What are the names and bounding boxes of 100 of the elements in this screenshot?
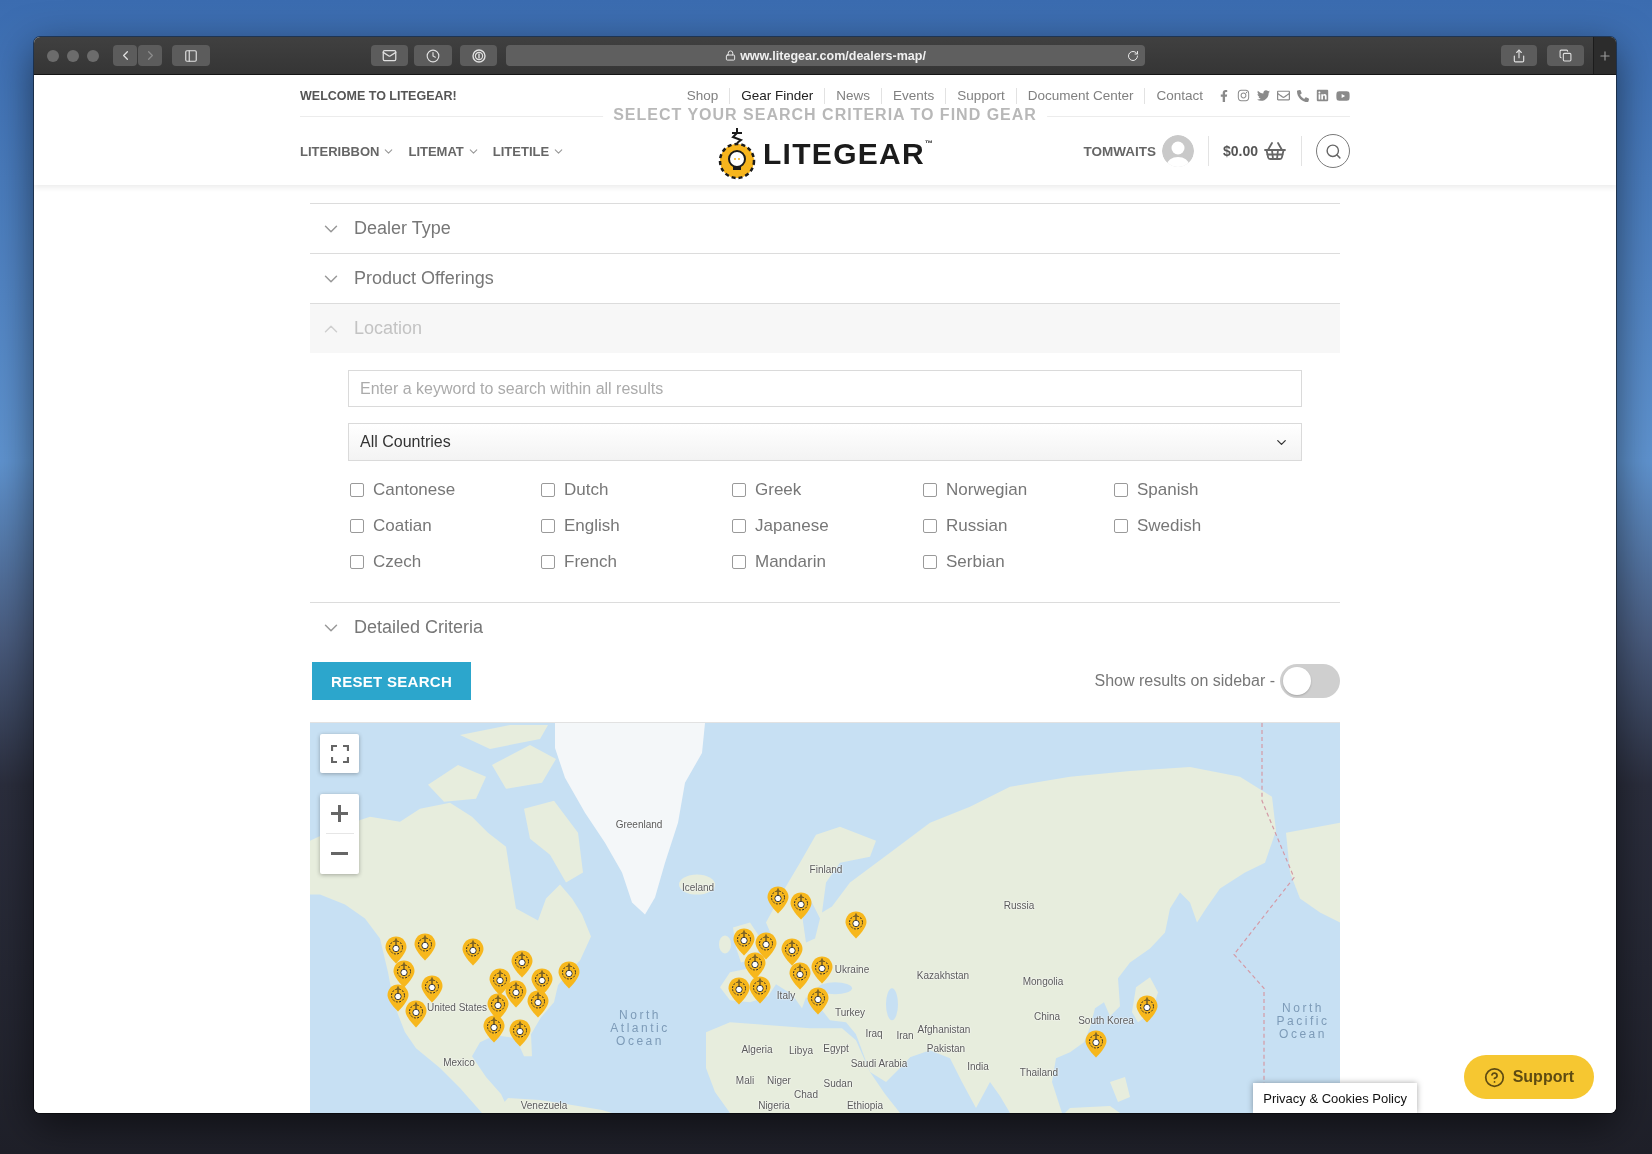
reset-search-button[interactable]: RESET SEARCH (312, 662, 472, 700)
nav-link[interactable]: Gear Finder (729, 87, 825, 104)
instagram-icon[interactable] (1237, 89, 1250, 102)
map-pin-icon[interactable] (393, 960, 415, 988)
checkbox[interactable] (732, 555, 746, 569)
account-link[interactable]: TOMWAITS (1083, 135, 1194, 167)
checkbox[interactable] (1114, 483, 1128, 497)
sea (818, 982, 852, 995)
checkbox[interactable] (732, 519, 746, 533)
toggle-switch[interactable] (1280, 664, 1340, 698)
checkbox-label[interactable]: Mandarin (755, 552, 826, 572)
facebook-icon[interactable] (1218, 89, 1230, 102)
mail-icon[interactable] (1277, 89, 1290, 102)
checkbox[interactable] (923, 555, 937, 569)
checkbox-label[interactable]: Swedish (1137, 516, 1202, 536)
youtube-icon[interactable] (1336, 88, 1350, 103)
search-field[interactable]: Enter a keyword to search within all results (348, 370, 1302, 407)
checkbox[interactable] (541, 519, 555, 533)
checkbox[interactable] (923, 483, 937, 497)
nav-link[interactable]: Contact (1144, 87, 1214, 104)
checkbox-label[interactable]: Spanish (1137, 480, 1199, 500)
checkbox-label[interactable]: French (564, 552, 617, 572)
checkbox-label[interactable]: Dutch (564, 480, 609, 500)
map-pin-icon[interactable] (483, 1015, 505, 1043)
logo[interactable]: LITEGEAR$^{™}$ (716, 128, 934, 180)
map-pin-icon[interactable] (749, 976, 771, 1004)
cart-link[interactable]: $0.00 (1222, 139, 1287, 163)
new-tab-button[interactable] (1593, 37, 1616, 74)
checkbox[interactable] (350, 519, 364, 533)
checkbox[interactable] (732, 483, 746, 497)
privacy-cookies-button[interactable]: Privacy & Cookies Policy (1253, 1083, 1417, 1113)
map-pin-icon[interactable] (1136, 995, 1158, 1023)
map-pin-icon[interactable] (558, 961, 580, 989)
map-pin-icon[interactable] (845, 911, 867, 939)
basket-icon (1263, 139, 1287, 163)
menu-item[interactable]: LITEMAT (408, 143, 480, 159)
map-pin-icon[interactable] (1085, 1030, 1107, 1058)
map-pin-icon[interactable] (421, 975, 443, 1003)
checkbox[interactable] (541, 483, 555, 497)
nav-link[interactable]: Events (881, 87, 946, 104)
map-pin-icon[interactable] (767, 886, 789, 914)
checkbox-label[interactable]: Cantonese (373, 480, 456, 500)
map-pin-icon[interactable] (744, 952, 766, 980)
checkbox-label[interactable]: Norwegian (946, 480, 1028, 500)
map-pin-icon[interactable] (527, 990, 549, 1018)
lock-icon (725, 50, 737, 61)
address-field[interactable]: www.litegear.com/dealers-map/ (506, 45, 1145, 66)
map-pin-icon[interactable] (511, 950, 533, 978)
map-pin-icon[interactable] (387, 984, 409, 1012)
checkbox[interactable] (350, 555, 364, 569)
map-pin-icon[interactable] (509, 1019, 531, 1047)
twitter-icon[interactable] (1257, 89, 1270, 102)
checkbox-label[interactable]: Japanese (755, 516, 829, 536)
search-button[interactable] (1316, 134, 1350, 168)
linkedin-icon[interactable] (1316, 89, 1329, 102)
back-button[interactable] (113, 45, 137, 66)
checkbox-label[interactable]: Coatian (373, 516, 432, 536)
history-button[interactable] (414, 45, 452, 66)
map-pin-icon[interactable] (505, 980, 527, 1008)
menu-item[interactable]: LITETILE (492, 143, 566, 159)
map-pin-icon[interactable] (755, 932, 777, 960)
checkbox-label[interactable]: Czech (373, 552, 422, 572)
map-pin-icon[interactable] (789, 962, 811, 990)
tabs-button[interactable] (1547, 45, 1584, 66)
avatar-icon (1161, 135, 1194, 167)
menu-item[interactable]: LITERIBBON (300, 143, 396, 159)
extension-button[interactable] (460, 45, 497, 66)
checkbox-label[interactable]: Greek (755, 480, 802, 500)
place-label: Afghanistan (917, 1025, 971, 1035)
support-button[interactable]: Support (1463, 1055, 1594, 1099)
phone-icon[interactable] (1297, 89, 1309, 102)
map-pin-icon[interactable] (781, 938, 803, 966)
nav-link[interactable]: Support (945, 87, 1016, 104)
place-label: Mongolia (1022, 977, 1064, 987)
nav-link[interactable]: Document Center (1015, 87, 1145, 104)
map-pin-icon[interactable] (462, 938, 484, 966)
checkbox[interactable] (1114, 519, 1128, 533)
checkbox[interactable] (541, 555, 555, 569)
map-pin-icon[interactable] (405, 1000, 427, 1028)
checkbox-label[interactable]: Serbian (946, 552, 1005, 572)
sidebar-button[interactable] (172, 45, 210, 66)
island (1110, 1077, 1130, 1103)
checkbox-label[interactable]: English (564, 516, 620, 536)
map-pin-icon[interactable] (807, 987, 829, 1015)
map-pin-icon[interactable] (385, 936, 407, 964)
checkbox[interactable] (923, 519, 937, 533)
nav-link[interactable]: News (824, 87, 882, 104)
map-pin-icon[interactable] (728, 977, 750, 1005)
nav-link[interactable]: Shop (675, 87, 730, 104)
map-pin-icon[interactable] (811, 956, 833, 984)
checkbox[interactable] (350, 483, 364, 497)
map-pin-icon[interactable] (733, 928, 755, 956)
checkbox-label[interactable]: Russian (946, 516, 1008, 536)
fullscreen-button[interactable] (320, 734, 359, 773)
mail-button[interactable] (371, 45, 408, 66)
share-button[interactable] (1501, 45, 1537, 66)
country-select[interactable]: All Countries (348, 423, 1302, 461)
map-pin-icon[interactable] (414, 933, 436, 961)
map-pin-icon[interactable] (790, 892, 812, 920)
place-label: Ukraine (834, 965, 870, 975)
